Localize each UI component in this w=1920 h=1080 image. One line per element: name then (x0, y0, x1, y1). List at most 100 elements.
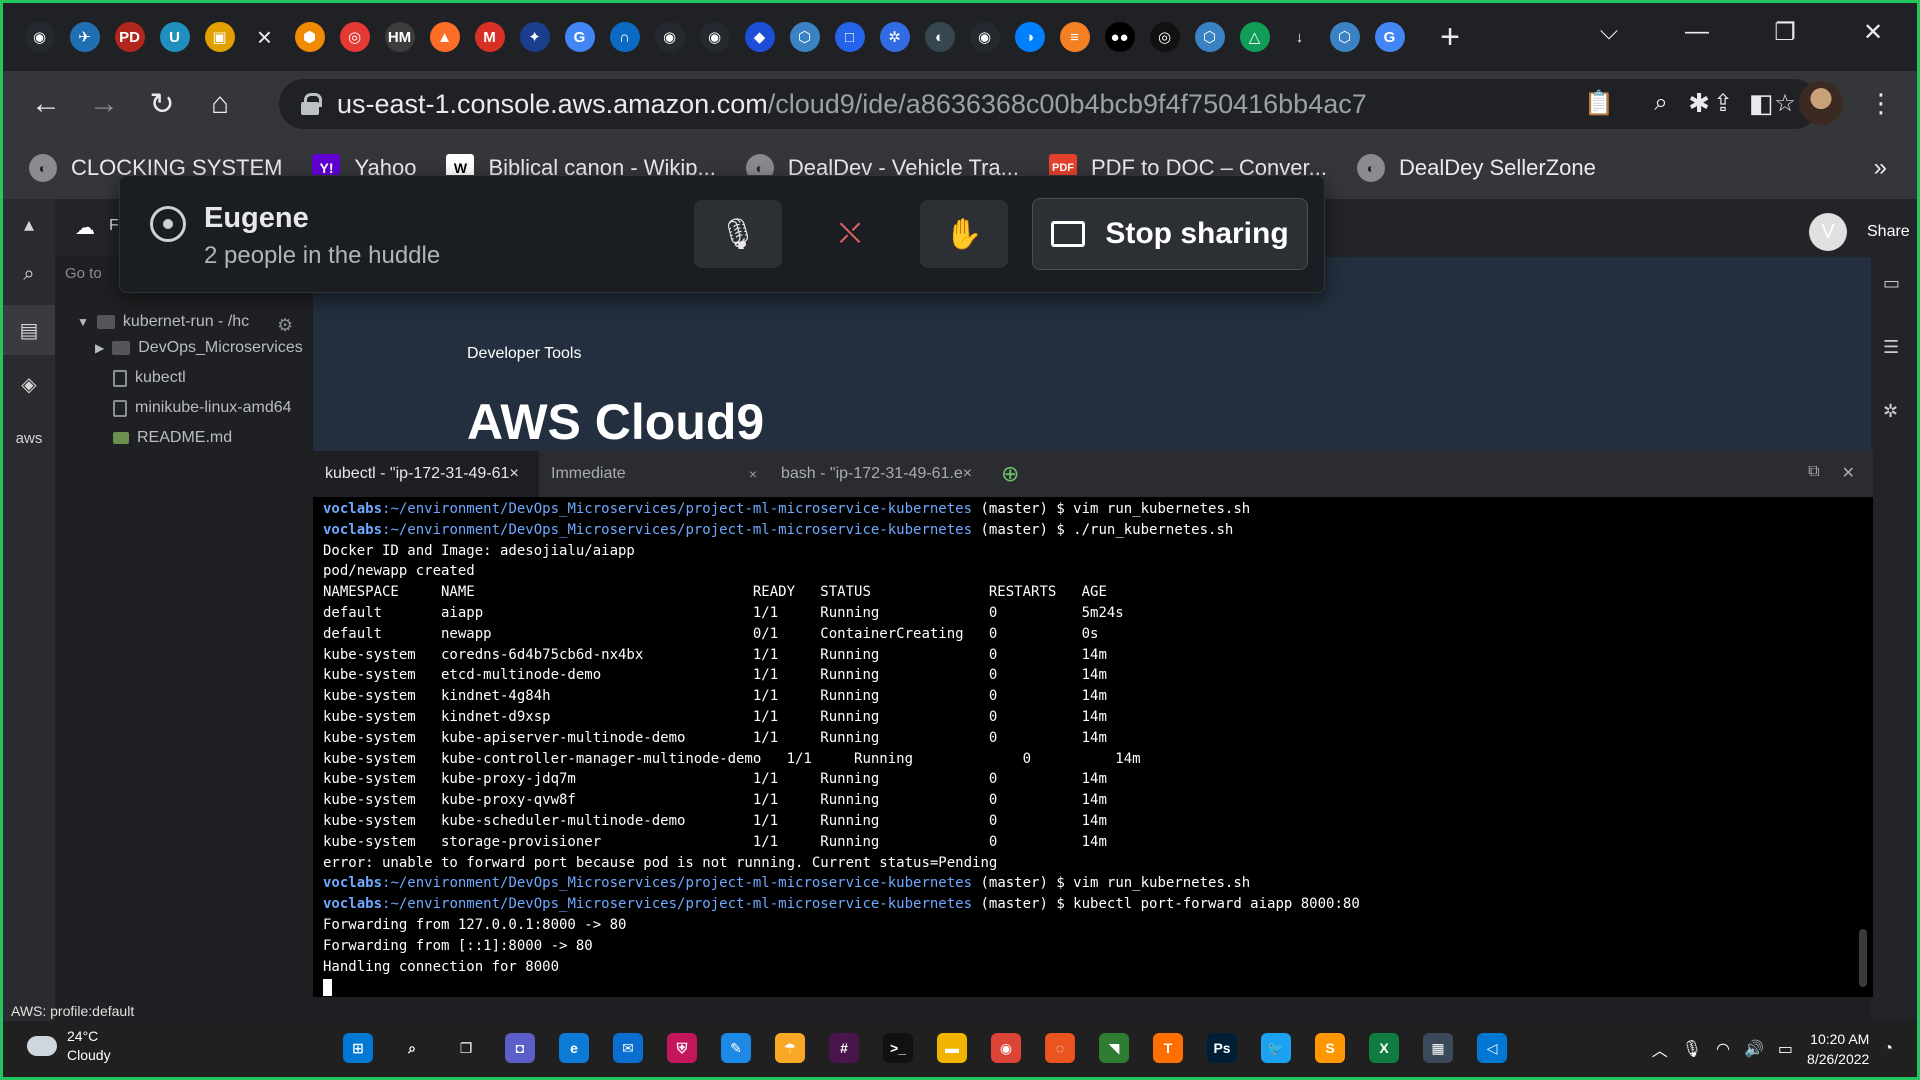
shield-tab-icon-2[interactable]: ⬡ (1189, 17, 1230, 58)
jira-tab-icon[interactable]: ◆ (739, 17, 780, 58)
udemy-tab-icon[interactable]: U (154, 17, 195, 58)
menu-partial[interactable]: F (109, 217, 119, 235)
tensorflow-app[interactable]: T (1149, 1025, 1187, 1071)
reaction-button[interactable]: ✋ (920, 200, 1008, 268)
tree-item[interactable]: README.md (113, 429, 232, 447)
vscode-app[interactable]: ◁ (1473, 1025, 1511, 1071)
search-icon[interactable]: ⌕ (3, 249, 55, 299)
shield-tab-icon[interactable]: ⬡ (784, 17, 825, 58)
aws-profile-status[interactable]: AWS: profile:default (11, 1003, 134, 1019)
profile-avatar[interactable] (1799, 81, 1843, 125)
collaborator-avatar[interactable]: V (1809, 213, 1847, 251)
digitalocean-tab-icon[interactable]: ◑ (1009, 17, 1050, 58)
github-tab-icon[interactable]: ◉ (19, 17, 60, 58)
video-button[interactable]: ⛌ (806, 200, 894, 268)
nvidia-app[interactable]: ◥ (1095, 1025, 1133, 1071)
start-button[interactable]: ⊞ (339, 1025, 377, 1071)
calculator-app[interactable]: ▦ (1419, 1025, 1457, 1071)
kubernetes-tab-icon[interactable]: ✲ (874, 17, 915, 58)
aws-icon[interactable]: aws (3, 413, 55, 463)
sublime-app[interactable]: S (1311, 1025, 1349, 1071)
tree-item[interactable]: kubectl (113, 369, 186, 387)
edge-app[interactable]: e (555, 1025, 593, 1071)
twitter-app[interactable]: 🐦 (1257, 1025, 1295, 1071)
github-tab-icon-4[interactable]: ◉ (964, 17, 1005, 58)
stop-sharing-button[interactable]: Stop sharing (1032, 198, 1308, 270)
plane-tab-icon[interactable]: ✈ (64, 17, 105, 58)
excel-app[interactable]: X (1365, 1025, 1403, 1071)
url-text[interactable]: us-east-1.console.aws.amazon.com/cloud9/… (337, 89, 1367, 120)
aws-tab-icon[interactable]: ⬢ (289, 17, 330, 58)
notification-icon[interactable]: ◔ (1883, 1040, 1893, 1058)
gitlab-tab-icon[interactable]: ▲ (424, 17, 465, 58)
search-button[interactable]: ⌕ (393, 1025, 431, 1071)
lock-icon[interactable] (301, 93, 322, 115)
tree-item[interactable]: minikube-linux-amd64 (113, 399, 292, 417)
chrome-app[interactable]: ◉ (987, 1025, 1025, 1071)
outline-icon[interactable]: ☰ (1883, 337, 1899, 358)
slack-app[interactable]: # (825, 1025, 863, 1071)
harvey-mudd-tab-icon[interactable]: HM (379, 17, 420, 58)
browser-menu-icon[interactable]: ⋮ (1857, 79, 1905, 127)
extensions-icon[interactable]: ✱ (1675, 79, 1723, 127)
home-button[interactable]: ⌂ (191, 75, 249, 133)
battery-icon[interactable]: ▭ (1778, 1039, 1793, 1059)
whiteboard-app[interactable]: ✎ (717, 1025, 755, 1071)
clipboard-icon[interactable]: 📋 (1579, 83, 1619, 123)
shield-tab-icon-3[interactable]: ⬡ (1324, 17, 1365, 58)
git-icon[interactable]: ◈ (3, 359, 55, 409)
terminal-scrollbar[interactable] (1859, 929, 1867, 987)
chat-icon[interactable]: ▭ (1883, 273, 1900, 294)
github-tab-icon-2[interactable]: ◉ (649, 17, 690, 58)
close-icon[interactable]: × (749, 466, 757, 482)
terminal-app[interactable]: >_ (879, 1025, 917, 1071)
collapse-icon[interactable]: ▴ (3, 199, 55, 249)
weather-app[interactable]: ☂ (771, 1025, 809, 1071)
target-tab-icon[interactable]: ◎ (1144, 17, 1185, 58)
goto-label[interactable]: Go to (65, 265, 102, 282)
forward-button[interactable]: → (75, 75, 133, 133)
stackoverflow-tab-icon[interactable]: ≡ (1054, 17, 1095, 58)
wifi-icon[interactable]: ◠ (1716, 1039, 1730, 1059)
chat-app[interactable]: ◘ (501, 1025, 539, 1071)
github-tab-icon-3[interactable]: ◉ (694, 17, 735, 58)
close-pane-icon[interactable]: ✕ (1842, 463, 1855, 483)
task-view-button[interactable]: ❐ (447, 1025, 485, 1071)
tab-immediate[interactable]: Immediate × (539, 451, 769, 497)
cloud-icon[interactable]: ☁ (75, 215, 95, 240)
bookmark-item[interactable]: ◐ DealDey SellerZone (1356, 154, 1596, 182)
record-tab-icon[interactable]: ◎ (334, 17, 375, 58)
address-bar[interactable]: us-east-1.console.aws.amazon.com/cloud9/… (279, 79, 1819, 129)
reload-button[interactable]: ↻ (133, 75, 191, 133)
google-tab-icon-2[interactable]: G (1369, 17, 1410, 58)
side-panel-icon[interactable]: ◧ (1737, 79, 1785, 127)
tab-search-icon[interactable]: ⌵ (1565, 18, 1653, 46)
tree-item[interactable]: ▶ DevOps_Microservices (95, 339, 303, 357)
clock[interactable]: 10:20 AM 8/26/2022 (1807, 1029, 1869, 1069)
headphones-tab-icon[interactable]: ∩ (604, 17, 645, 58)
new-tab-button[interactable]: + (1428, 15, 1472, 59)
back-button[interactable]: ← (17, 75, 75, 133)
debugger-icon[interactable]: ✲ (1883, 401, 1898, 422)
download-tab-icon[interactable]: ↓ (1279, 17, 1320, 58)
mic-button[interactable]: 🎙 (694, 200, 782, 268)
explorer-app[interactable]: ▬ (933, 1025, 971, 1071)
bookmarks-overflow-icon[interactable]: » (1874, 154, 1887, 182)
restore-button[interactable]: ❐ (1741, 18, 1829, 47)
tree-settings-icon[interactable]: ⚙ (277, 315, 293, 336)
google-drive-tab-icon[interactable]: △ (1234, 17, 1275, 58)
restore-pane-icon[interactable]: ⧉ (1808, 463, 1819, 483)
google-tab-icon[interactable]: G (559, 17, 600, 58)
security-app[interactable]: ⛨ (663, 1025, 701, 1071)
tray-chevron-icon[interactable]: ︿ (1652, 1037, 1668, 1061)
weather-widget[interactable]: 24°C Cloudy (27, 1027, 111, 1065)
tab-bash[interactable]: bash - "ip-172-31-49-61.e× (769, 451, 991, 497)
gmail-tab-icon[interactable]: M (469, 17, 510, 58)
volume-icon[interactable]: 🔊 (1744, 1039, 1764, 1059)
mic-tray-icon[interactable]: 🎙 (1682, 1039, 1702, 1059)
share-button[interactable]: Share (1867, 223, 1910, 241)
terminal-output[interactable]: voclabs:~/environment/DevOps_Microservic… (313, 497, 1873, 997)
tab-kubectl[interactable]: kubectl - "ip-172-31-49-61× (313, 451, 539, 497)
box-tab-icon[interactable]: ▣ (199, 17, 240, 58)
docker-tab-icon[interactable]: ◐ (919, 17, 960, 58)
